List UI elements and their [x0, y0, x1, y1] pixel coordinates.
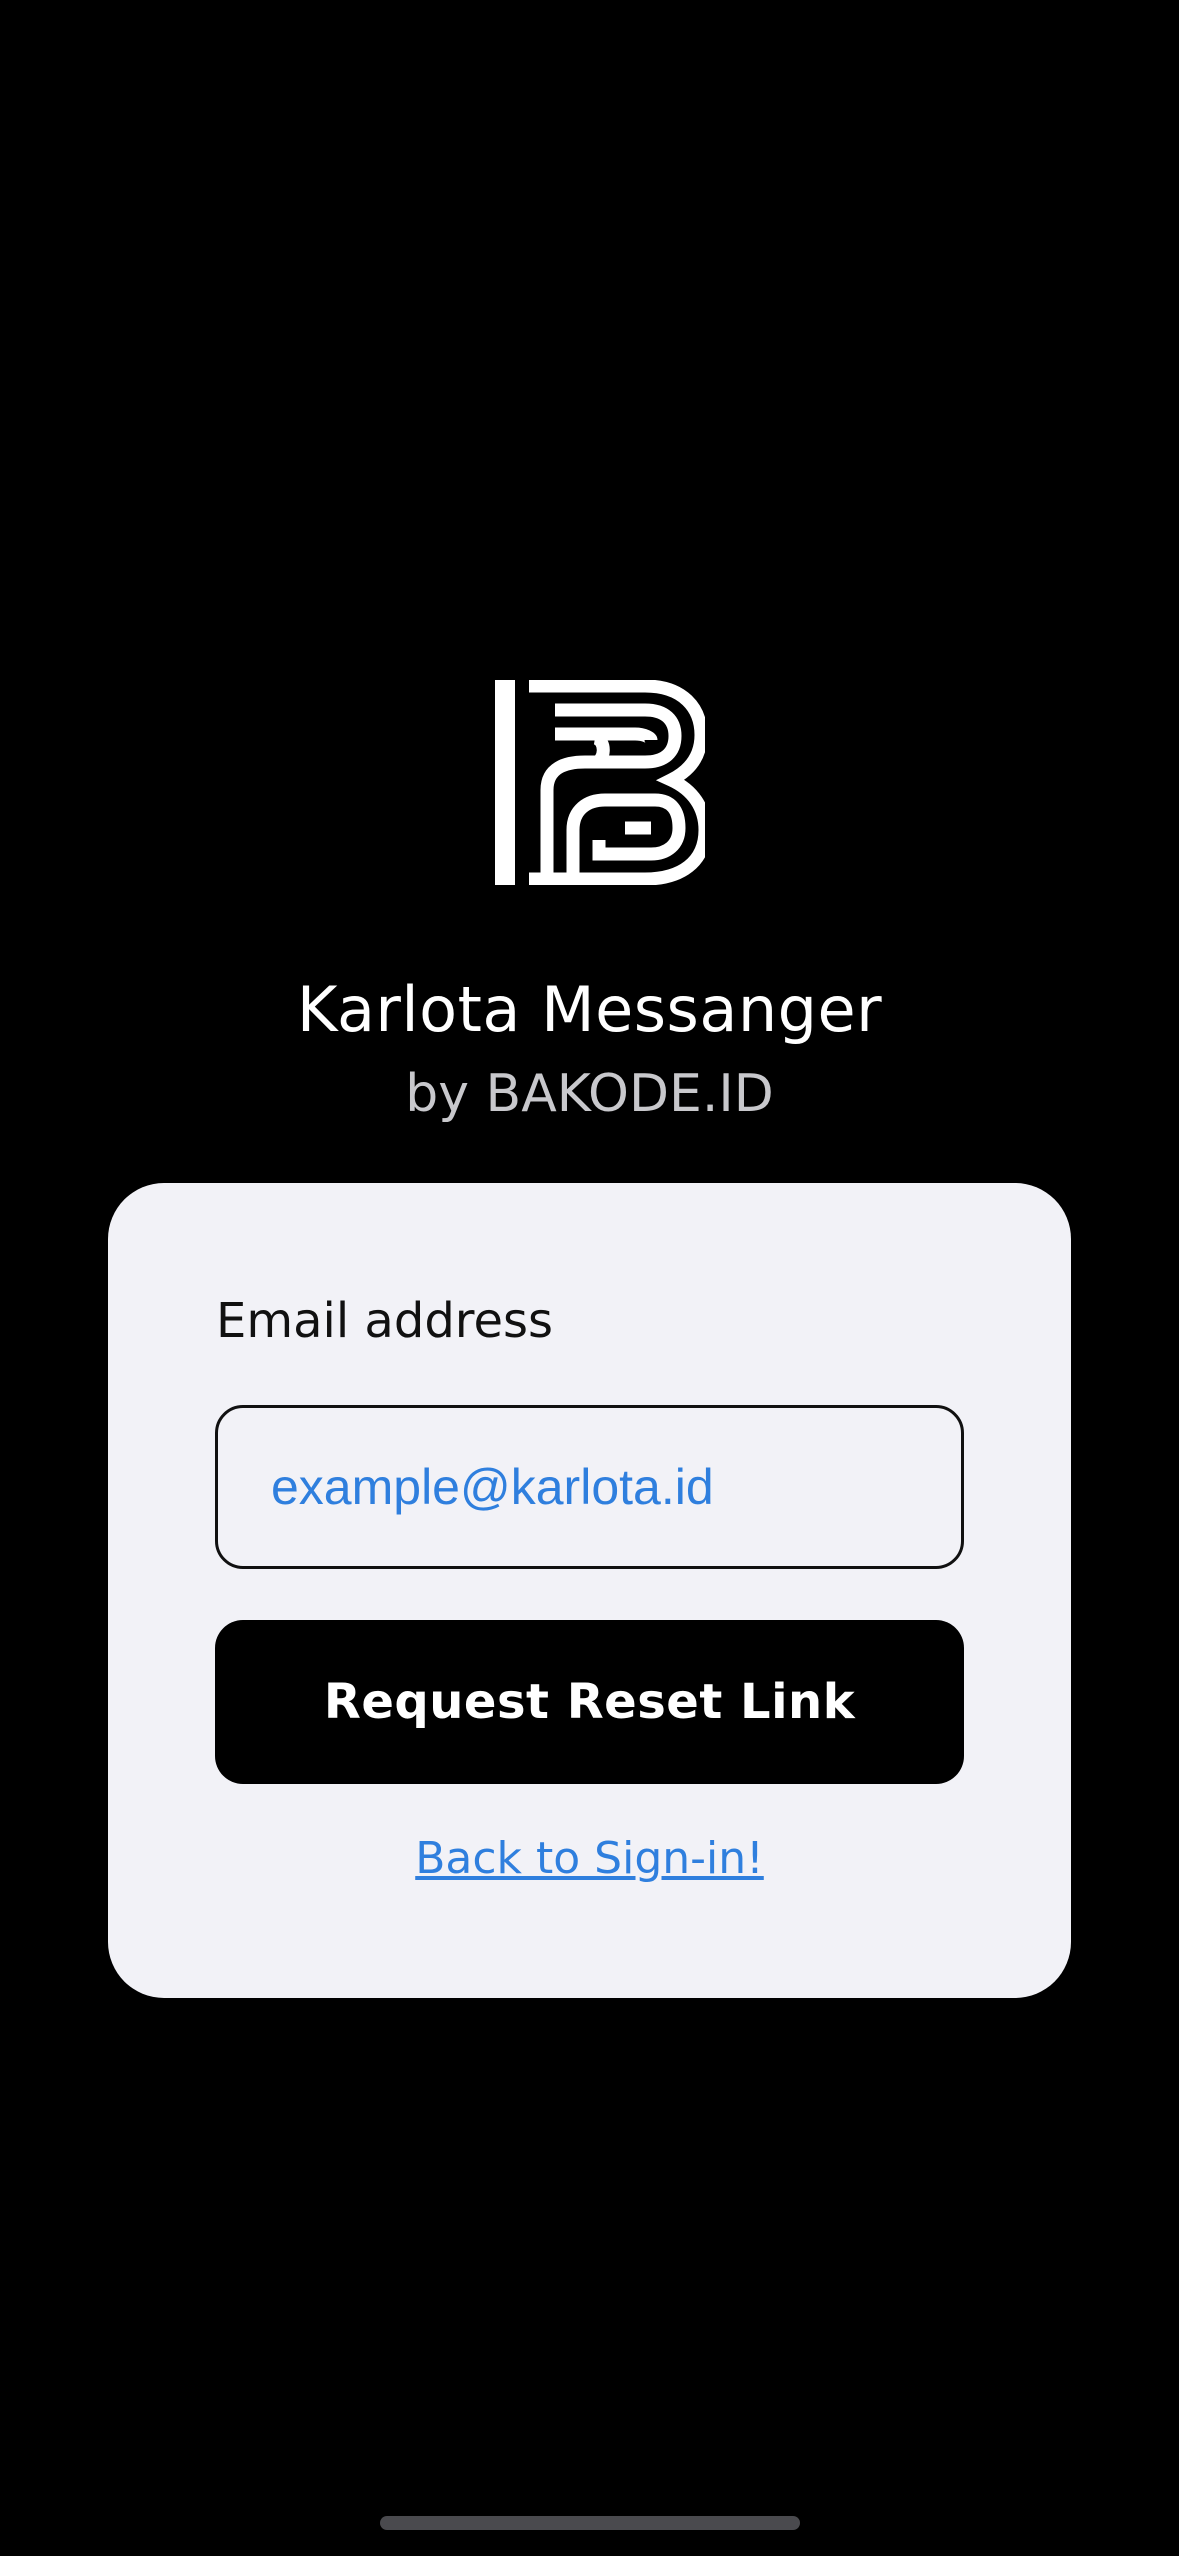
request-reset-link-button[interactable]: Request Reset Link [215, 1620, 964, 1784]
email-field[interactable]: example@karlota.id [215, 1405, 964, 1569]
bakode-b-logo-icon [495, 680, 705, 885]
email-placeholder: example@karlota.id [271, 1459, 714, 1515]
forgot-password-screen: Karlota Messanger by BAKODE.ID Email add… [0, 0, 1179, 2556]
request-reset-link-label: Request Reset Link [323, 1674, 856, 1730]
app-subtitle: by BAKODE.ID [405, 1064, 774, 1124]
app-title: Karlota Messanger [296, 973, 883, 1046]
back-to-sign-in-link[interactable]: Back to Sign-in! [108, 1829, 1071, 1889]
home-indicator[interactable] [380, 2516, 800, 2530]
reset-password-card: Email address example@karlota.id Request… [108, 1183, 1071, 1998]
email-label: Email address [216, 1293, 554, 1349]
